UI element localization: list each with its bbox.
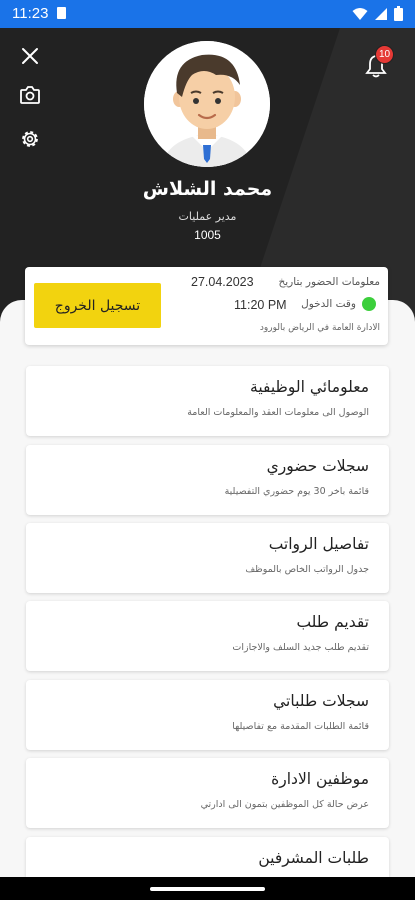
menu-item-title: موظفين الادارة — [271, 770, 369, 788]
wifi-icon — [352, 7, 368, 20]
menu-item-supervisor-requests[interactable]: طلبات المشرفين — [26, 837, 389, 877]
attendance-location: الادارة العامة في الرياض بالورود — [259, 323, 380, 333]
settings-gear-icon[interactable] — [17, 126, 43, 152]
battery-icon — [394, 6, 403, 21]
status-bar: 11:23 — [0, 0, 415, 28]
menu-item-subtitle: تقديم طلب جديد السلف والاجازات — [232, 642, 369, 653]
menu-item-title: تقديم طلب — [296, 613, 369, 631]
status-time: 11:23 — [12, 5, 49, 22]
logout-button[interactable]: تسجيل الخروج — [34, 283, 161, 328]
menu-item-title: سجلات طلباتي — [273, 692, 369, 710]
menu-item-submit-request[interactable]: تقديم طلب تقديم طلب جديد السلف والاجازات — [26, 601, 389, 671]
checkin-label: وقت الدخول — [301, 298, 356, 310]
attendance-date-value: 27.04.2023 — [191, 275, 254, 289]
sim-icon — [57, 7, 66, 19]
status-icons — [352, 6, 403, 21]
menu-item-subtitle: جدول الرواتب الخاص بالموظف — [245, 564, 369, 575]
signal-icon — [375, 7, 387, 20]
menu-item-title: سجلات حضوري — [266, 457, 369, 475]
menu-item-title: طلبات المشرفين — [258, 849, 369, 867]
menu-item-subtitle: عرض حالة كل الموظفين بتمون الى ادارتي — [200, 799, 369, 810]
menu-item-title: تفاصيل الرواتب — [268, 535, 369, 553]
notifications-button[interactable]: 10 — [363, 45, 394, 79]
menu-item-attendance-records[interactable]: سجلات حضوري قائمة باخر 30 يوم حضوري التف… — [26, 445, 389, 515]
avatar[interactable] — [144, 41, 270, 167]
notification-badge: 10 — [375, 45, 394, 64]
attendance-date-label: معلومات الحضور بتاريخ — [278, 276, 380, 288]
employee-job-title: مدير عمليات — [178, 210, 237, 223]
system-navigation-bar — [0, 877, 415, 900]
menu-item-job-info[interactable]: معلومائي الوظيفية الوصول الى معلومات الع… — [26, 366, 389, 436]
menu-item-subtitle: الوصول الى معلومات العقد والمعلومات العا… — [187, 407, 369, 418]
menu-item-department-employees[interactable]: موظفين الادارة عرض حالة كل الموظفين بتمو… — [26, 758, 389, 828]
employee-name: محمد الشلاش — [142, 178, 273, 200]
employee-id: 1005 — [194, 228, 221, 242]
menu-item-my-requests[interactable]: سجلات طلباتي قائمة الطلبات المقدمة مع تف… — [26, 680, 389, 750]
checkin-time: 11:20 PM — [234, 298, 287, 312]
menu-item-title: معلومائي الوظيفية — [250, 378, 369, 396]
menu-item-subtitle: قائمة الطلبات المقدمة مع تفاصيلها — [232, 721, 369, 732]
menu-item-subtitle: قائمة باخر 30 يوم حضوري التفصيلية — [224, 486, 369, 497]
menu-item-salary-details[interactable]: تفاصيل الرواتب جدول الرواتب الخاص بالموظ… — [26, 523, 389, 593]
camera-icon[interactable] — [17, 82, 43, 108]
close-icon[interactable] — [17, 43, 43, 69]
attendance-card: تسجيل الخروج معلومات الحضور بتاريخ 27.04… — [25, 267, 388, 345]
home-gesture-handle[interactable] — [150, 887, 265, 891]
presence-status-dot — [362, 297, 376, 311]
